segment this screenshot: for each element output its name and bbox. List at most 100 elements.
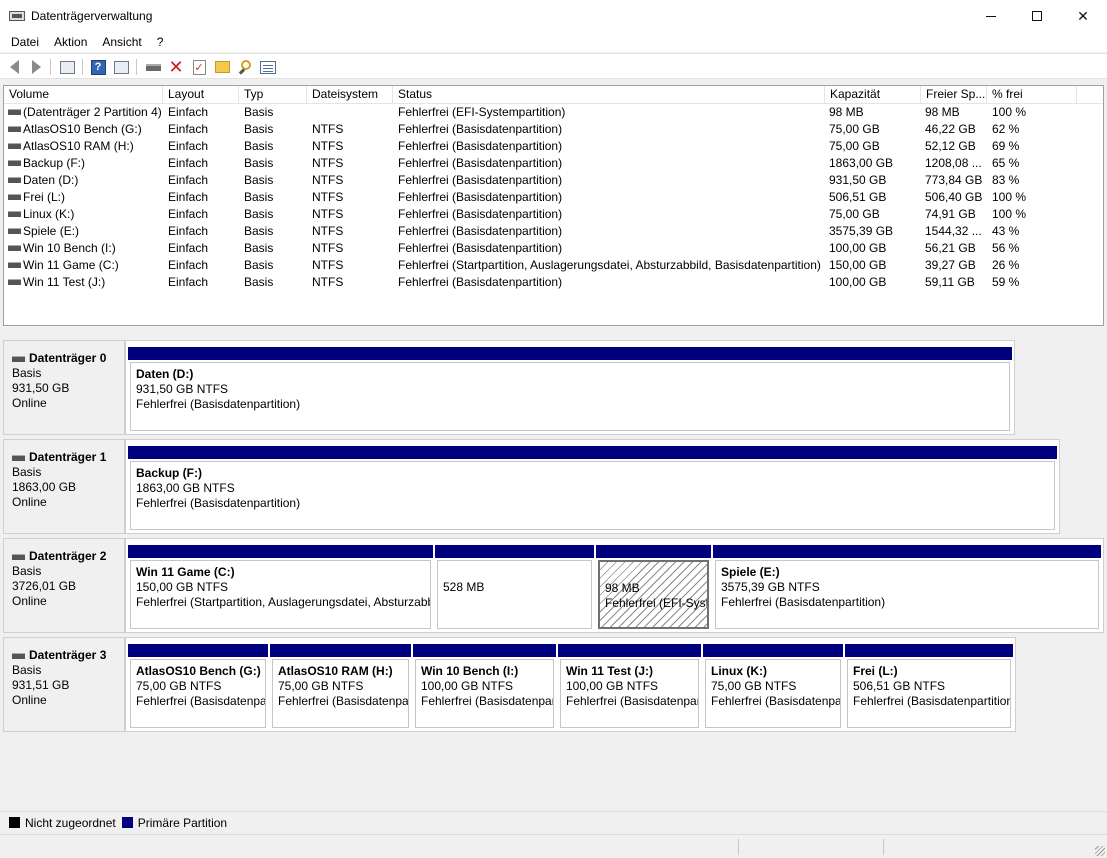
col-typ[interactable]: Typ <box>239 86 307 103</box>
cell-volume: Frei (L:) <box>23 190 65 204</box>
menu-aktion[interactable]: Aktion <box>46 35 94 49</box>
cell-free: 98 MB <box>925 105 960 119</box>
partition-efi-98mb[interactable]: 98 MB Fehlerfrei (EFI-Systempartition) <box>596 545 711 631</box>
volume-row[interactable]: (Datenträger 2 Partition 4) Einfach Basis F… <box>4 104 1103 121</box>
volume-row[interactable]: Win 10 Bench (I:) Einfach Basis NTFS Fehlerf… <box>4 240 1103 257</box>
disk-type: Basis <box>12 564 42 578</box>
partition-win11-test-j[interactable]: Win 11 Test (J:) 100,00 GB NTFS Fehlerfr… <box>558 644 701 730</box>
partition-name: Frei (L:) <box>853 664 898 678</box>
menu-datei[interactable]: Datei <box>0 35 46 49</box>
partition-win10-bench-i[interactable]: Win 10 Bench (I:) 100,00 GB NTFS Fehlerf… <box>413 644 556 730</box>
col-prozent-frei[interactable]: % frei <box>987 86 1077 103</box>
back-icon <box>9 60 19 74</box>
disk-0-label[interactable]: Datenträger 0 Basis 931,50 GB Online <box>3 340 125 435</box>
cell-layout: Einfach <box>168 241 209 255</box>
resize-grip-icon[interactable] <box>1095 846 1105 856</box>
disk-type: Basis <box>12 663 42 677</box>
disk-2-label[interactable]: Datenträger 2 Basis 3726,01 GB Online <box>3 538 125 633</box>
cell-free: 74,91 GB <box>925 207 976 221</box>
volume-icon <box>8 194 21 200</box>
disk-icon <box>12 355 25 362</box>
partition-size: 150,00 GB NTFS <box>136 580 229 594</box>
disk-state: Online <box>12 396 47 410</box>
volume-row[interactable]: Backup (F:) Einfach Basis NTFS Fehlerfrei (B… <box>4 155 1103 172</box>
volume-row[interactable]: Win 11 Game (C:) Einfach Basis NTFS Fehlerfr… <box>4 257 1103 274</box>
cell-cap: 100,00 GB <box>829 275 887 289</box>
cell-layout: Einfach <box>168 139 209 153</box>
volume-row[interactable]: Daten (D:) Einfach Basis NTFS Fehlerfrei (Ba… <box>4 172 1103 189</box>
check-button[interactable]: ✓ <box>190 58 208 76</box>
cell-pct: 65 % <box>992 156 1020 170</box>
cell-typ: Basis <box>244 156 274 170</box>
col-layout[interactable]: Layout <box>163 86 239 103</box>
partition-name: AtlasOS10 Bench (G:) <box>136 664 261 678</box>
volume-row[interactable]: AtlasOS10 RAM (H:) Einfach Basis NTFS Fehler… <box>4 138 1103 155</box>
partition-backup-f[interactable]: Backup (F:) 1863,00 GB NTFS Fehlerfrei (… <box>128 446 1057 532</box>
cell-typ: Basis <box>244 224 274 238</box>
menu-bar: Datei Aktion Ansicht ? <box>0 32 1107 52</box>
partition-status: Fehlerfrei (Basisdatenpartition) <box>136 496 301 510</box>
cell-typ: Basis <box>244 275 274 289</box>
partition-frei-l[interactable]: Frei (L:) 506,51 GB NTFS Fehlerfrei (Bas… <box>845 644 1013 730</box>
partition-atlasos10-bench-g[interactable]: AtlasOS10 Bench (G:) 75,00 GB NTFS Fehle… <box>128 644 268 730</box>
cell-status: Fehlerfrei (Basisdatenpartition) <box>398 207 563 221</box>
volume-list[interactable]: Volume Layout Typ Dateisystem Status Kap… <box>3 85 1104 326</box>
partition-name: Daten (D:) <box>136 367 194 381</box>
disk-2-strip: Win 11 Game (C:) 150,00 GB NTFS Fehlerfr… <box>125 538 1104 633</box>
partition-size: 75,00 GB NTFS <box>711 679 797 693</box>
disk-size: 931,50 GB <box>12 381 70 395</box>
col-freier-speicher[interactable]: Freier Sp... <box>921 86 987 103</box>
volume-row[interactable]: Frei (L:) Einfach Basis NTFS Fehlerfrei (Bas… <box>4 189 1103 206</box>
minimize-button[interactable] <box>968 0 1014 32</box>
cell-fs: NTFS <box>312 258 344 272</box>
partition-status: Fehlerfrei (Basisdatenpartition) <box>721 595 886 609</box>
partition-atlasos10-ram-h[interactable]: AtlasOS10 RAM (H:) 75,00 GB NTFS Fehlerf… <box>270 644 411 730</box>
partition-name: Win 11 Test (J:) <box>566 664 654 678</box>
disk-list-button[interactable] <box>58 58 76 76</box>
volume-row[interactable]: AtlasOS10 Bench (G:) Einfach Basis NTFS Fehl… <box>4 121 1103 138</box>
disk-type: Basis <box>12 366 42 380</box>
col-dateisystem[interactable]: Dateisystem <box>307 86 393 103</box>
partition-name: Win 11 Game (C:) <box>136 565 235 579</box>
menu-help[interactable]: ? <box>149 35 171 49</box>
partition-recovery-528mb[interactable]: 528 MB <box>435 545 594 631</box>
partition-linux-k[interactable]: Linux (K:) 75,00 GB NTFS Fehlerfrei (Bas… <box>703 644 843 730</box>
menu-ansicht[interactable]: Ansicht <box>94 35 148 49</box>
maximize-button[interactable] <box>1014 0 1060 32</box>
partition-name <box>443 565 591 580</box>
disk-1-label[interactable]: Datenträger 1 Basis 1863,00 GB Online <box>3 439 125 534</box>
folder-up-button[interactable] <box>213 58 231 76</box>
window-button[interactable] <box>259 58 277 76</box>
partition-daten-d[interactable]: Daten (D:) 931,50 GB NTFS Fehlerfrei (Ba… <box>128 347 1012 433</box>
col-volume[interactable]: Volume <box>4 86 163 103</box>
cell-pct: 69 % <box>992 139 1020 153</box>
volume-row[interactable]: Linux (K:) Einfach Basis NTFS Fehlerfrei (Ba… <box>4 206 1103 223</box>
partition-win11-game-c[interactable]: Win 11 Game (C:) 150,00 GB NTFS Fehlerfr… <box>128 545 433 631</box>
delete-button[interactable]: ✕ <box>167 58 185 76</box>
col-kapazitaet[interactable]: Kapazität <box>825 86 921 103</box>
properties-button[interactable] <box>112 58 130 76</box>
col-status[interactable]: Status <box>393 86 825 103</box>
close-button[interactable]: ✕ <box>1060 0 1106 32</box>
cell-volume: AtlasOS10 Bench (G:) <box>23 122 142 136</box>
help-button[interactable]: ? <box>89 58 107 76</box>
cell-pct: 83 % <box>992 173 1020 187</box>
cell-free: 773,84 GB <box>925 173 983 187</box>
disk-3-label[interactable]: Datenträger 3 Basis 931,51 GB Online <box>3 637 125 732</box>
disk-state: Online <box>12 693 47 707</box>
search-button[interactable] <box>236 58 254 76</box>
cell-layout: Einfach <box>168 258 209 272</box>
volume-row[interactable]: Win 11 Test (J:) Einfach Basis NTFS Fehlerfr… <box>4 274 1103 291</box>
back-button[interactable] <box>5 58 23 76</box>
partition-size: 506,51 GB NTFS <box>853 679 946 693</box>
disk-1-strip: Backup (F:) 1863,00 GB NTFS Fehlerfrei (… <box>125 439 1060 534</box>
connect-drive-button[interactable] <box>144 58 162 76</box>
cell-fs: NTFS <box>312 275 344 289</box>
partition-spiele-e[interactable]: Spiele (E:) 3575,39 GB NTFS Fehlerfrei (… <box>713 545 1101 631</box>
forward-button[interactable] <box>27 58 45 76</box>
cell-fs: NTFS <box>312 173 344 187</box>
cell-cap: 75,00 GB <box>829 139 880 153</box>
folder-up-icon <box>214 61 230 73</box>
cell-volume: (Datenträger 2 Partition 4) <box>23 105 162 119</box>
volume-row[interactable]: Spiele (E:) Einfach Basis NTFS Fehlerfrei (B… <box>4 223 1103 240</box>
